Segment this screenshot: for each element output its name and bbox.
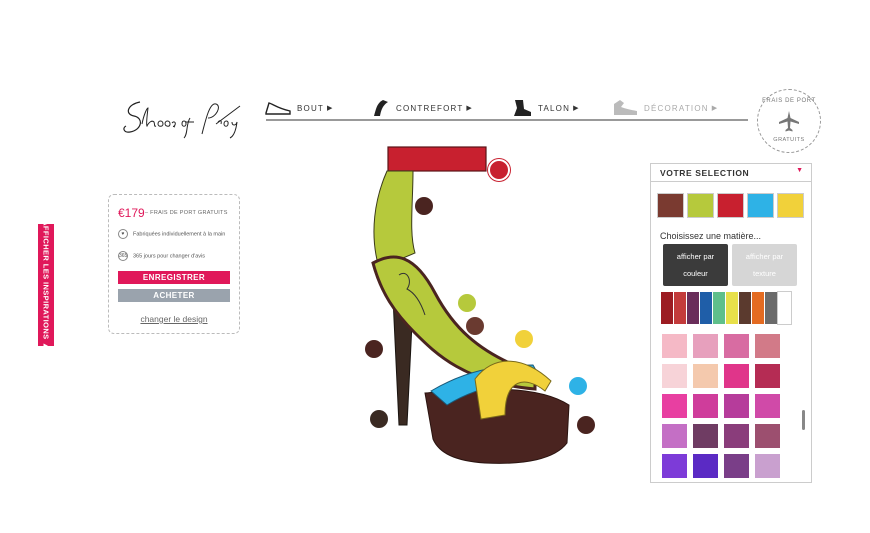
heel-counter-icon [374, 100, 388, 116]
material-swatch[interactable] [693, 334, 718, 358]
change-design-link[interactable]: changer le design [109, 314, 239, 324]
material-swatch[interactable] [693, 424, 718, 448]
selection-header[interactable]: VOTRE SELECTION ▼ [651, 164, 811, 182]
feature-returns: 365 365 jours pour changer d'avis [118, 251, 205, 261]
color-family-swatch[interactable] [765, 292, 778, 324]
material-swatch[interactable] [755, 454, 780, 478]
shoe-illustration [371, 146, 570, 464]
nav-underline [266, 119, 748, 121]
pin-lining[interactable] [458, 294, 476, 312]
buy-button[interactable]: ACHETER [118, 289, 230, 302]
feature-returns-text: 365 jours pour changer d'avis [133, 253, 205, 260]
color-family-swatch[interactable] [726, 292, 739, 324]
feature-handmade-text: Fabriquées individuellement à la main [133, 231, 226, 238]
selected-swatch[interactable] [717, 193, 744, 218]
price-value: €179 [118, 206, 145, 220]
selected-swatch[interactable] [747, 193, 774, 218]
pin-strap-blue[interactable] [569, 377, 587, 395]
material-swatch[interactable] [724, 424, 749, 448]
heart-icon: ♥ [118, 229, 128, 239]
airplane-icon [779, 111, 799, 132]
show-by-texture-line1: afficher par [745, 252, 784, 261]
color-family-swatch[interactable] [777, 291, 792, 325]
nav-item-decoration[interactable]: DÉCORATION ▶ [612, 96, 718, 120]
pin-strap-yellow[interactable] [515, 330, 533, 348]
pin-heel-tip[interactable] [370, 410, 388, 428]
panel-scrollbar[interactable] [802, 410, 805, 430]
chevron-down-icon: ▼ [796, 167, 803, 174]
material-swatch[interactable] [724, 334, 749, 358]
show-by-color-line2: couleur [683, 269, 708, 278]
color-family-swatch[interactable] [687, 292, 700, 324]
material-swatch[interactable] [724, 394, 749, 418]
color-family-swatch[interactable] [739, 292, 752, 324]
calendar-365-icon: 365 [118, 251, 128, 261]
material-swatch[interactable] [662, 424, 687, 448]
material-swatch[interactable] [693, 364, 718, 388]
price-shipping-note: – FRAIS DE PORT GRATUITS [145, 210, 228, 216]
selected-swatch[interactable] [777, 193, 804, 218]
color-family-swatch[interactable] [752, 292, 765, 324]
material-swatch[interactable] [724, 364, 749, 388]
choose-material-label: Choisissez une matière... [660, 231, 762, 241]
material-swatch[interactable] [755, 424, 780, 448]
nav-label-talon: TALON [538, 103, 571, 113]
shoe-preview [355, 143, 615, 473]
feature-handmade: ♥ Fabriquées individuellement à la main [118, 229, 230, 239]
material-swatch[interactable] [662, 334, 687, 358]
selected-swatch[interactable] [687, 193, 714, 218]
nav-item-contrefort[interactable]: CONTREFORT ▶ [372, 96, 473, 120]
ankle-strap [387, 146, 487, 172]
pin-ankle-strap[interactable] [488, 159, 510, 181]
nav-label-bout: BOUT [297, 103, 325, 113]
decoration-icon [614, 100, 637, 115]
show-by-color-line1: afficher par [676, 252, 715, 261]
save-button[interactable]: ENREGISTRER [118, 271, 230, 284]
show-inspirations-tab[interactable]: AFFICHER LES INSPIRATIONS ▲ [38, 220, 54, 350]
material-swatch[interactable] [755, 334, 780, 358]
material-swatch[interactable] [662, 364, 687, 388]
material-swatch[interactable] [693, 454, 718, 478]
nav-item-bout[interactable]: BOUT ▶ [265, 96, 334, 120]
shipping-bottom-text: GRATUITS [773, 137, 805, 143]
selection-panel: VOTRE SELECTION ▼ Choisissez une matière… [650, 163, 812, 483]
heel-counter [373, 170, 416, 269]
shoes-of-prey-logo[interactable] [120, 94, 250, 140]
show-inspirations-label: AFFICHER LES INSPIRATIONS ▲ [41, 220, 51, 350]
toe-shoe-icon [265, 102, 291, 115]
material-swatch[interactable] [693, 394, 718, 418]
color-family-strip [661, 291, 792, 325]
heel-icon [514, 100, 531, 116]
material-swatch[interactable] [662, 454, 687, 478]
color-family-swatch[interactable] [713, 292, 726, 324]
nav-item-talon[interactable]: TALON ▶ [512, 96, 580, 120]
selected-swatch[interactable] [657, 193, 684, 218]
material-swatch[interactable] [755, 364, 780, 388]
material-swatch[interactable] [755, 394, 780, 418]
material-swatch[interactable] [662, 394, 687, 418]
color-family-swatch[interactable] [700, 292, 713, 324]
pin-heel[interactable] [365, 340, 383, 358]
material-swatch[interactable] [724, 454, 749, 478]
nav-label-contrefort: CONTREFORT [396, 103, 464, 113]
price-box: €179 – FRAIS DE PORT GRATUITS ♥ Fabriquée… [108, 194, 240, 334]
color-family-swatch[interactable] [674, 292, 687, 324]
nav-label-decoration: DÉCORATION [644, 103, 709, 113]
selection-title: VOTRE SELECTION [660, 168, 750, 178]
pin-platform[interactable] [577, 416, 595, 434]
pin-insole[interactable] [466, 317, 484, 335]
show-by-texture-line2: texture [753, 269, 776, 278]
shipping-top-text: FRAIS DE PORT [762, 98, 816, 104]
free-shipping-badge: FRAIS DE PORT GRATUITS [757, 89, 821, 153]
pin-heel-counter[interactable] [415, 197, 433, 215]
logo-signature [123, 101, 241, 139]
color-family-swatch[interactable] [661, 292, 674, 324]
show-by-color-button[interactable]: afficher par couleur [663, 244, 728, 286]
show-by-texture-button[interactable]: afficher par texture [732, 244, 797, 286]
